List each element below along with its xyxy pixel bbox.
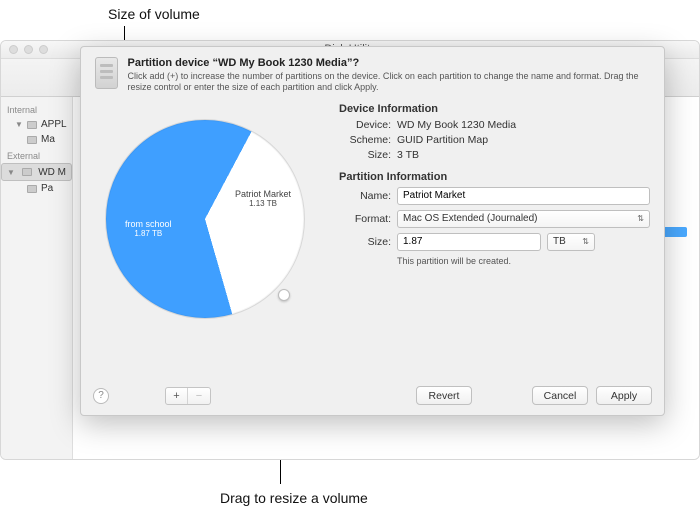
chevron-updown-icon: ⇅: [637, 214, 644, 223]
cancel-button[interactable]: Cancel: [532, 386, 588, 405]
annotation-top: Size of volume: [108, 6, 200, 22]
drive-icon: [27, 121, 37, 129]
sidebar-header-external: External: [1, 147, 72, 163]
format-label: Format:: [339, 213, 391, 225]
slice-label-1: Patriot Market 1.13 TB: [235, 189, 291, 208]
info-panel: Device Information Device: WD My Book 123…: [325, 101, 650, 357]
add-remove-segment: + −: [165, 387, 211, 405]
device-value: WD My Book 1230 Media: [397, 119, 516, 131]
size-value: 3 TB: [397, 149, 419, 161]
format-select[interactable]: Mac OS Extended (Journaled)⇅: [397, 210, 650, 228]
help-button[interactable]: ?: [93, 388, 109, 404]
add-partition-button[interactable]: +: [166, 388, 188, 404]
scheme-value: GUID Partition Map: [397, 134, 488, 146]
name-label: Name:: [339, 190, 391, 202]
drive-icon: [27, 136, 37, 144]
slice-label-0: from school 1.87 TB: [125, 219, 172, 238]
partition-pie[interactable]: from school 1.87 TB Patriot Market 1.13 …: [95, 101, 325, 357]
size-unit-select[interactable]: TB⇅: [547, 233, 595, 251]
apply-button[interactable]: Apply: [596, 386, 652, 405]
sidebar-header-internal: Internal: [1, 101, 72, 117]
resize-handle[interactable]: [278, 289, 290, 301]
drive-icon: [95, 57, 118, 89]
device-info-heading: Device Information: [339, 103, 650, 115]
sidebar-item-internal-vol[interactable]: Ma: [1, 132, 72, 147]
chevron-updown-icon: ⇅: [582, 237, 589, 246]
partition-info-heading: Partition Information: [339, 171, 650, 183]
psize-label: Size:: [339, 236, 391, 248]
sheet-title: Partition device “WD My Book 1230 Media”…: [128, 57, 651, 69]
size-label: Size:: [339, 149, 391, 161]
sheet-subtitle: Click add (+) to increase the number of …: [128, 71, 651, 93]
sidebar-item-external-disk[interactable]: ▼WD M: [1, 163, 72, 181]
partition-sheet: Partition device “WD My Book 1230 Media”…: [80, 46, 665, 416]
size-input[interactable]: [397, 233, 541, 251]
sidebar: Internal ▼APPL Ma External ▼WD M Pa: [1, 97, 73, 459]
scheme-label: Scheme:: [339, 134, 391, 146]
drive-icon: [27, 185, 37, 193]
device-label: Device:: [339, 119, 391, 131]
chevron-down-icon: ▼: [15, 120, 23, 129]
revert-button[interactable]: Revert: [416, 386, 472, 405]
sidebar-item-internal-disk[interactable]: ▼APPL: [1, 117, 72, 132]
drive-icon: [22, 168, 32, 176]
partition-note: This partition will be created.: [397, 256, 650, 266]
remove-partition-button[interactable]: −: [188, 388, 210, 404]
chevron-down-icon: ▼: [7, 168, 15, 177]
sidebar-item-external-vol[interactable]: Pa: [1, 181, 72, 196]
name-input[interactable]: [397, 187, 650, 205]
annotation-bottom: Drag to resize a volume: [220, 490, 368, 506]
